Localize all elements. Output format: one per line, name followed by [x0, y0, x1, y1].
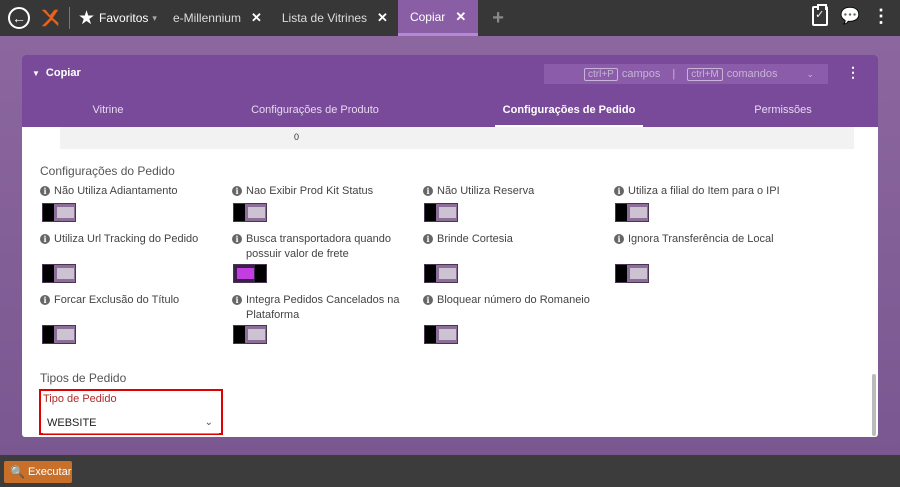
tab-vitrine[interactable]: Vitrine — [87, 101, 129, 127]
toggle-nao-exibir-prod-kit-status[interactable] — [233, 203, 267, 222]
close-icon[interactable]: ✕ — [251, 10, 262, 26]
previous-row-value: 0 — [294, 132, 300, 142]
previous-row: 0 — [60, 127, 854, 149]
chevron-down-icon[interactable]: ⌄ — [806, 69, 814, 80]
commands-shortcut-label: comandos — [726, 68, 778, 80]
info-icon[interactable]: i — [614, 186, 624, 196]
scrollbar[interactable] — [872, 374, 876, 436]
option-label: Integra Pedidos Cancelados na Plataforma — [246, 294, 400, 321]
toggle-nao-utiliza-reserva[interactable] — [424, 203, 458, 222]
option-busca-transportadora: i Busca transportadora quando possuir val… — [232, 232, 402, 262]
option-utiliza-url-tracking: i Utiliza Url Tracking do Pedido — [40, 232, 220, 247]
order-types-title: Tipos de Pedido — [40, 371, 127, 385]
info-icon[interactable]: i — [40, 295, 50, 305]
option-label: Busca transportadora quando possuir valo… — [246, 233, 391, 260]
option-label: Nao Exibir Prod Kit Status — [246, 185, 374, 197]
close-icon[interactable]: ✕ — [377, 10, 388, 26]
option-label: Bloquear número do Romaneio — [437, 294, 590, 306]
info-icon[interactable]: i — [40, 234, 50, 244]
collapse-triangle-icon[interactable]: ▼ — [32, 69, 40, 78]
order-type-label: Tipo de Pedido — [43, 393, 117, 405]
order-type-select[interactable]: WEBSITE ⌄ — [43, 412, 219, 434]
option-nao-exibir-prod-kit-status: i Nao Exibir Prod Kit Status — [232, 184, 412, 199]
subtabs: Vitrine Configurações de Produto Configu… — [22, 101, 878, 127]
option-label: Utiliza a filial do Item para o IPI — [628, 185, 780, 197]
option-label: Brinde Cortesia — [437, 233, 513, 245]
toggle-brinde-cortesia[interactable] — [424, 264, 458, 283]
toggle-ignora-transferencia-local[interactable] — [615, 264, 649, 283]
toggle-busca-transportadora[interactable] — [233, 264, 267, 283]
option-label: Ignora Transferência de Local — [628, 233, 774, 245]
order-settings-title: Configurações do Pedido — [40, 164, 175, 178]
toggle-bloquear-numero-romaneio[interactable] — [424, 325, 458, 344]
toggle-forcar-exclusao-titulo[interactable] — [42, 325, 76, 344]
info-icon[interactable]: i — [232, 186, 242, 196]
commands-shortcut-key: ctrl+M — [687, 67, 723, 81]
chevron-down-icon: ▾ — [152, 12, 157, 23]
info-icon[interactable]: i — [40, 186, 50, 196]
panel-title-text: Copiar — [45, 67, 81, 79]
panel-menu-icon[interactable]: ⋮ — [846, 64, 860, 81]
option-utiliza-filial-item-ipi: i Utiliza a filial do Item para o IPI — [614, 184, 814, 199]
toggle-integra-pedidos-cancelados[interactable] — [233, 325, 267, 344]
shortcut-hints[interactable]: ctrl+P campos | ctrl+M comandos ⌄ — [544, 64, 828, 84]
tab-label: Copiar — [409, 9, 446, 24]
tab-copiar[interactable]: Copiar ✕ — [397, 0, 479, 36]
run-button[interactable]: 🔍 Executar — [4, 461, 72, 483]
panel-title[interactable]: ▼ Copiar — [32, 67, 81, 79]
copiar-panel: ▼ Copiar ctrl+P campos | ctrl+M comandos… — [22, 55, 878, 437]
order-type-value: WEBSITE — [47, 417, 97, 429]
footer: 🔍 Executar — [0, 455, 900, 487]
option-nao-utiliza-adiantamento: i Não Utiliza Adiantamento — [40, 184, 220, 199]
tab-e-millennium[interactable]: e-Millennium ✕ — [163, 0, 272, 36]
option-nao-utiliza-reserva: i Não Utiliza Reserva — [423, 184, 603, 199]
info-icon[interactable]: i — [423, 186, 433, 196]
toggle-nao-utiliza-adiantamento[interactable] — [42, 203, 76, 222]
add-tab-icon[interactable]: + — [492, 7, 504, 30]
option-forcar-exclusao-titulo: i Forcar Exclusão do Título — [40, 293, 220, 308]
info-icon[interactable]: i — [423, 295, 433, 305]
clipboard-check-icon[interactable] — [812, 4, 829, 26]
option-label: Forcar Exclusão do Título — [54, 294, 180, 306]
favorites-label: Favoritos — [99, 11, 149, 25]
chevron-down-icon: ⌄ — [204, 417, 213, 428]
toggle-utiliza-url-tracking[interactable] — [42, 264, 76, 283]
star-icon: ★ — [78, 7, 96, 29]
chat-icon[interactable]: 💬 — [840, 6, 860, 26]
tab-label: Lista de Vitrines — [281, 11, 368, 25]
info-icon[interactable]: i — [614, 234, 624, 244]
hint-separator: | — [672, 68, 676, 80]
fields-shortcut-key: ctrl+P — [584, 67, 618, 81]
option-label: Não Utiliza Adiantamento — [54, 185, 178, 197]
close-icon[interactable]: ✕ — [455, 9, 466, 25]
tab-permissoes[interactable]: Permissões — [753, 101, 813, 127]
info-icon[interactable]: i — [232, 234, 242, 244]
order-type-field: Tipo de Pedido WEBSITE ⌄ — [39, 389, 223, 435]
run-button-label: Executar — [27, 466, 72, 478]
panel-body: 0 Configurações do Pedido i Não Utiliza A… — [22, 127, 878, 437]
toggle-utiliza-filial-item-ipi[interactable] — [615, 203, 649, 222]
fields-shortcut-label: campos — [621, 68, 661, 80]
tab-label: e-Millennium — [172, 11, 241, 25]
back-arrow-icon[interactable]: ← — [8, 7, 30, 29]
option-integra-pedidos-cancelados: i Integra Pedidos Cancelados na Plataform… — [232, 293, 402, 323]
search-icon: 🔍 — [10, 465, 25, 479]
separator — [69, 7, 70, 29]
option-brinde-cortesia: i Brinde Cortesia — [423, 232, 603, 247]
tab-configuracoes-de-pedido[interactable]: Configurações de Pedido — [495, 101, 643, 127]
option-label: Não Utiliza Reserva — [437, 185, 535, 197]
option-ignora-transferencia-local: i Ignora Transferência de Local — [614, 232, 814, 247]
more-vertical-icon[interactable]: ⋮ — [872, 7, 890, 25]
favorites-menu[interactable]: ★ Favoritos ▾ — [78, 9, 157, 28]
option-bloquear-numero-romaneio: i Bloquear número do Romaneio — [423, 293, 603, 308]
app-logo-icon[interactable] — [39, 7, 61, 29]
workspace: ▼ Copiar ctrl+P campos | ctrl+M comandos… — [0, 36, 900, 455]
tab-lista-de-vitrines[interactable]: Lista de Vitrines ✕ — [272, 0, 398, 36]
info-icon[interactable]: i — [423, 234, 433, 244]
tab-configuracoes-de-produto[interactable]: Configurações de Produto — [247, 101, 383, 127]
top-bar: ← ★ Favoritos ▾ e-Millennium ✕ Lista de … — [0, 0, 900, 36]
panel-header: ▼ Copiar ctrl+P campos | ctrl+M comandos… — [22, 55, 878, 127]
info-icon[interactable]: i — [232, 295, 242, 305]
option-label: Utiliza Url Tracking do Pedido — [54, 233, 199, 245]
